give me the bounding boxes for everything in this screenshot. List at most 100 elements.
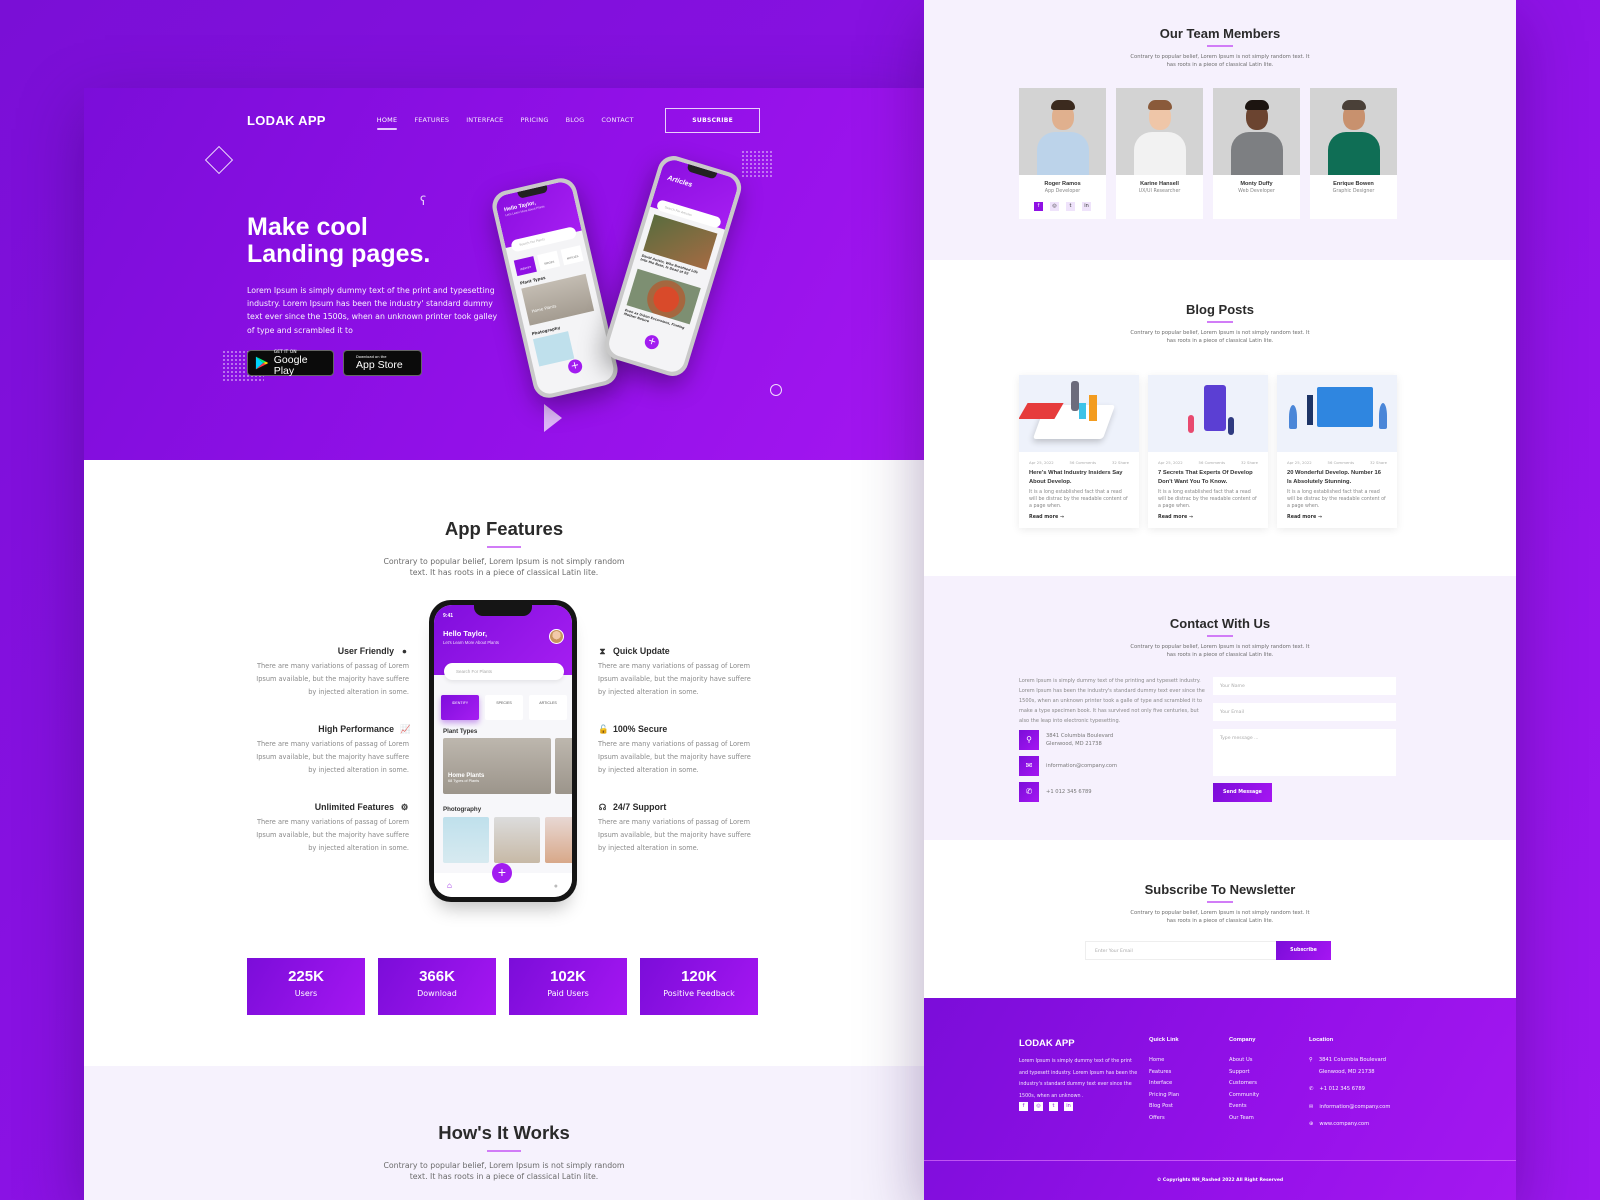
post-meta: Apr 25, 2022 56 Comments 32 Share [1029,460,1129,465]
message-textarea[interactable]: Type message ... [1213,729,1396,776]
google-play-icon [255,356,269,370]
footer-link[interactable]: Our Team [1229,1113,1259,1125]
member-name: Karine Hansell [1140,181,1179,187]
headset-icon: ☊ [598,801,607,812]
member-role: UX/UI Researcher [1138,189,1181,194]
landing-page-right: Our Team Members Contrary to popular bel… [924,0,1516,1200]
read-more-link[interactable]: Read more → [1277,510,1397,528]
blog-section: Blog Posts Contrary to popular belief, L… [924,260,1516,576]
mail-icon: ✉ [1309,1103,1314,1110]
name-input[interactable]: Your Name [1213,677,1396,695]
linkedin-icon[interactable]: in [1064,1102,1073,1111]
google-play-button[interactable]: GET IT ON Google Play [247,350,334,376]
footer-link[interactable]: Customers [1229,1078,1259,1090]
twitter-icon[interactable]: t [1066,202,1075,211]
contact-email: ✉ information@company.com [1019,756,1117,776]
feature-support: ☊ 24/7 Support There are many variations … [598,801,751,852]
blog-post-card[interactable]: Apr 25, 2022 56 Comments 32 Share 7 Secret… [1148,375,1268,528]
send-message-button[interactable]: Send Message [1213,783,1272,802]
nav-blog[interactable]: BLOG [566,116,585,124]
post-excerpt: It is a long established fact that a rea… [1158,490,1257,509]
member-photo [1116,88,1203,175]
contact-text: Lorem Ipsum is simply dummy text of the … [1019,678,1205,724]
post-title[interactable]: 20 Wonderful Develop. Number 16 Is Absol… [1277,465,1397,486]
nav-home[interactable]: HOME [376,116,398,130]
footer-link[interactable]: Support [1229,1067,1259,1079]
phone-icon: ✆ [1019,782,1039,802]
footer-link[interactable]: Events [1229,1101,1259,1113]
triangle-shape [544,404,562,432]
top-nav: LODAK APP HOME FEATURES INTERFACE PRICIN… [247,96,760,144]
footer-link[interactable]: Community [1229,1090,1259,1102]
stat-download: 366K Download [378,958,496,1015]
hero-phone-right: Articles Search For Articles David Austi… [600,152,746,380]
phone-icon: ✆ [1309,1086,1314,1093]
copyright: © Copyrights NH_Rashed 2022 All Right Re… [1156,1178,1284,1183]
newsletter-section: Subscribe To Newsletter Contrary to popu… [924,840,1516,998]
landing-page-left: LODAK APP HOME FEATURES INTERFACE PRICIN… [84,88,924,1200]
nav-pricing[interactable]: PRICING [520,116,548,124]
team-member-card: Enrique Bowen Graphic Designer [1310,88,1397,219]
instagram-icon[interactable]: ◎ [1034,1102,1043,1111]
subscribe-button[interactable]: SUBSCRIBE [665,107,760,133]
nav-contact[interactable]: CONTACT [601,116,633,124]
nav-interface[interactable]: INTERFACE [466,116,503,124]
contact-address: ⚲ 3841 Columbia Boulevard Glenwood, MD 21… [1019,730,1113,750]
feature-unlimited: Unlimited Features ⚙ There are many varia… [256,801,409,852]
footer-link[interactable]: Features [1149,1067,1179,1079]
member-role: Graphic Designer [1332,189,1375,194]
newsletter-subscribe-button[interactable]: Subscribe [1276,941,1331,960]
feature-user-friendly: User Friendly ● There are many variations… [256,645,409,696]
team-section: Our Team Members Contrary to popular bel… [924,0,1516,260]
footer-divider [924,1160,1516,1161]
hero-section: LODAK APP HOME FEATURES INTERFACE PRICIN… [84,88,924,460]
footer-logo[interactable]: LODAK APP [1019,1038,1075,1049]
post-excerpt: It is a long established fact that a rea… [1029,490,1128,509]
location-pin-icon: ⚲ [1309,1057,1313,1063]
phone-search: Search For Plants [444,663,564,680]
avatar [549,629,564,644]
nav-features[interactable]: FEATURES [414,116,449,124]
team-grid: Roger Ramos App Developer f ◎ t in Karine Ha… [1019,88,1397,219]
twitter-icon[interactable]: t [1049,1102,1058,1111]
how-title: How's It Works [438,1122,570,1143]
feature-secure: 🔓 100% Secure There are many variations o… [598,723,751,774]
contact-subtitle: Contrary to popular belief, Lorem Ipsum … [1130,643,1310,659]
blog-title: Blog Posts [1186,302,1254,317]
footer-quick-links: Quick Link Home Features Interface Prici… [1149,1037,1179,1125]
member-socials: f ◎ t in [1019,202,1106,219]
footer-link[interactable]: Blog Post [1149,1101,1179,1113]
facebook-icon[interactable]: f [1034,202,1043,211]
post-title[interactable]: Here's What Industry Insiders Say About … [1019,465,1139,486]
instagram-icon[interactable]: ◎ [1050,202,1059,211]
logo[interactable]: LODAK APP [247,113,326,128]
hero-phone-left: Hello Taylor, Let's Learn More About Pla… [489,175,621,401]
post-title[interactable]: 7 Secrets That Experts Of Develop Don't … [1148,465,1268,486]
footer: LODAK APP Lorem Ipsum is simply dummy te… [924,998,1516,1200]
footer-link[interactable]: Home [1149,1055,1179,1067]
member-role: Web Developer [1238,189,1275,194]
linkedin-icon[interactable]: in [1082,202,1091,211]
read-more-link[interactable]: Read more → [1019,510,1139,528]
footer-company-links: Company About Us Support Customers Commu… [1229,1037,1259,1125]
title-underline [487,546,521,548]
blog-post-card[interactable]: Apr 25, 2022 56 Comments 32 Share Here's W… [1019,375,1139,528]
blog-post-image [1148,375,1268,452]
footer-link[interactable]: About Us [1229,1055,1259,1067]
facebook-icon[interactable]: f [1019,1102,1028,1111]
app-store-button[interactable]: Download on the App Store [343,350,422,376]
footer-link[interactable]: Interface [1149,1078,1179,1090]
hero-title: Make cool Landing pages. [247,213,431,268]
features-phone-mockup: 9:41 Hello Taylor, Let's Learn More Abou… [429,600,577,902]
footer-text: Lorem Ipsum is simply dummy text of the … [1019,1059,1138,1099]
footer-link[interactable]: Pricing Plan [1149,1090,1179,1102]
read-more-link[interactable]: Read more → [1148,510,1268,528]
blog-post-card[interactable]: Apr 25, 2022 56 Comments 32 Share 20 Wonde… [1277,375,1397,528]
post-excerpt: It is a long established fact that a rea… [1287,490,1386,509]
footer-link[interactable]: Offers [1149,1113,1179,1125]
gear-icon: ⚙ [400,801,409,812]
member-photo [1310,88,1397,175]
newsletter-email-input[interactable]: Enter Your Email [1085,941,1278,960]
stat-users: 225K Users [247,958,365,1015]
email-input[interactable]: Your Email [1213,703,1396,721]
